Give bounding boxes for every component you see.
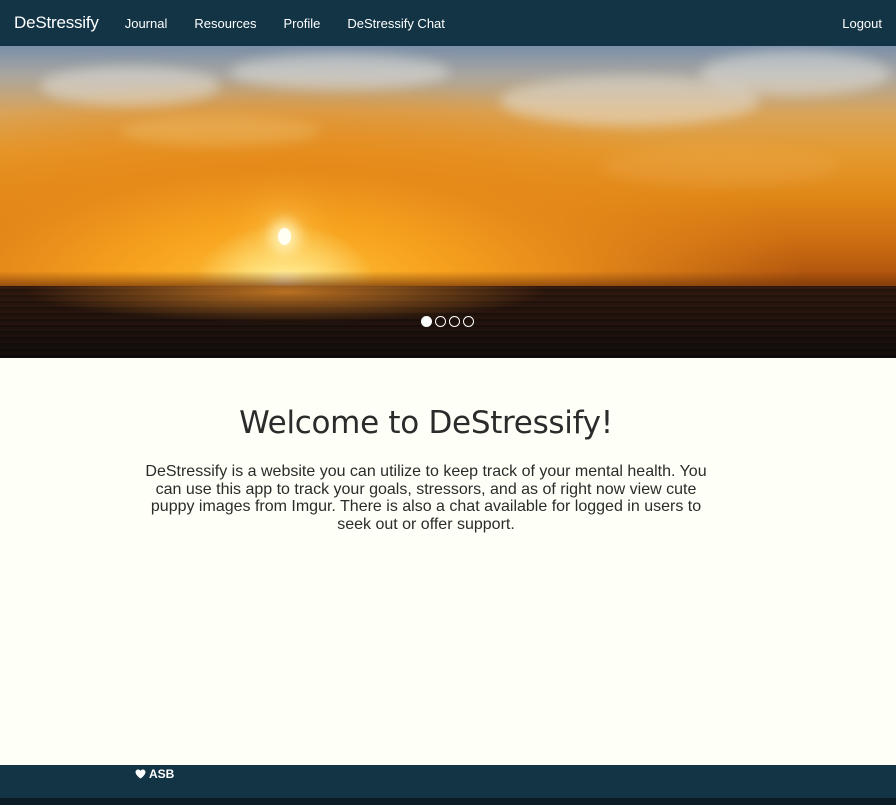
footer-bottom-bar — [0, 798, 896, 805]
carousel-indicator-3[interactable] — [449, 316, 460, 327]
sunset-sky — [0, 46, 896, 286]
welcome-section: Welcome to DeStressify! — [0, 405, 852, 441]
sun — [278, 228, 291, 245]
carousel-indicators — [421, 316, 474, 327]
nav-link-chat[interactable]: DeStressify Chat — [347, 16, 445, 31]
carousel-indicator-1[interactable] — [421, 316, 432, 327]
page-title: Welcome to DeStressify! — [239, 405, 613, 441]
footer-credit-text: ASB — [149, 767, 175, 781]
brand-link[interactable]: DeStressify — [14, 13, 99, 33]
logout-link[interactable]: Logout — [842, 16, 882, 31]
nav-link-journal[interactable]: Journal — [125, 16, 168, 31]
nav-link-resources[interactable]: Resources — [194, 16, 256, 31]
heart-icon — [135, 769, 146, 779]
carousel-indicator-2[interactable] — [435, 316, 446, 327]
carousel-indicator-4[interactable] — [463, 316, 474, 327]
site-description: DeStressify is a website you can utilize… — [145, 463, 707, 533]
footer-credit: ASB — [135, 767, 174, 781]
nav-link-profile[interactable]: Profile — [284, 16, 321, 31]
hero-carousel[interactable] — [0, 46, 896, 358]
top-navbar: DeStressify Journal Resources Profile De… — [0, 0, 896, 46]
